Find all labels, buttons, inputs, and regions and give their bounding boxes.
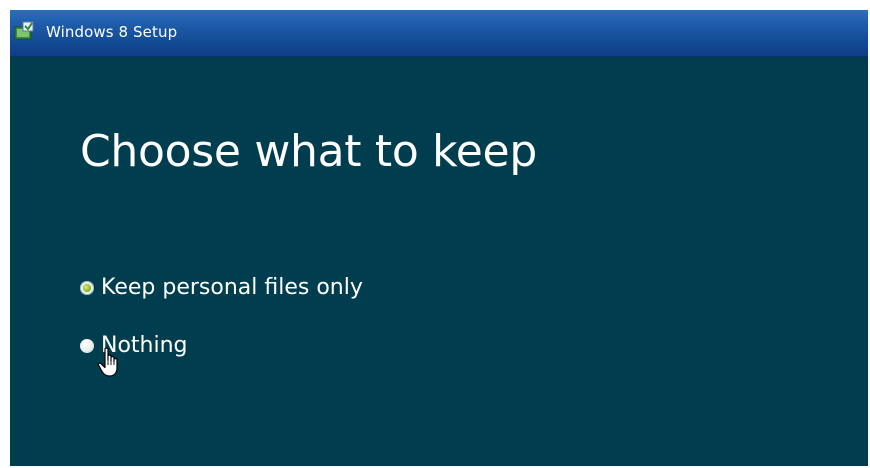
page-title: Choose what to keep [80,126,537,177]
setup-window: Windows 8 Setup Choose what to keep Keep… [10,10,868,466]
radio-unselected[interactable] [80,339,94,353]
setup-icon [14,21,34,40]
hand-cursor-icon [97,347,118,377]
window-title: Windows 8 Setup [46,23,178,41]
radio-selected[interactable] [80,281,94,295]
title-bar[interactable]: Windows 8 Setup [10,10,868,57]
setup-content: Choose what to keep Keep personal files … [10,57,868,466]
option-label-keep-personal-files: Keep personal files only [101,275,363,300]
option-keep-personal-files[interactable]: Keep personal files only [80,273,363,303]
